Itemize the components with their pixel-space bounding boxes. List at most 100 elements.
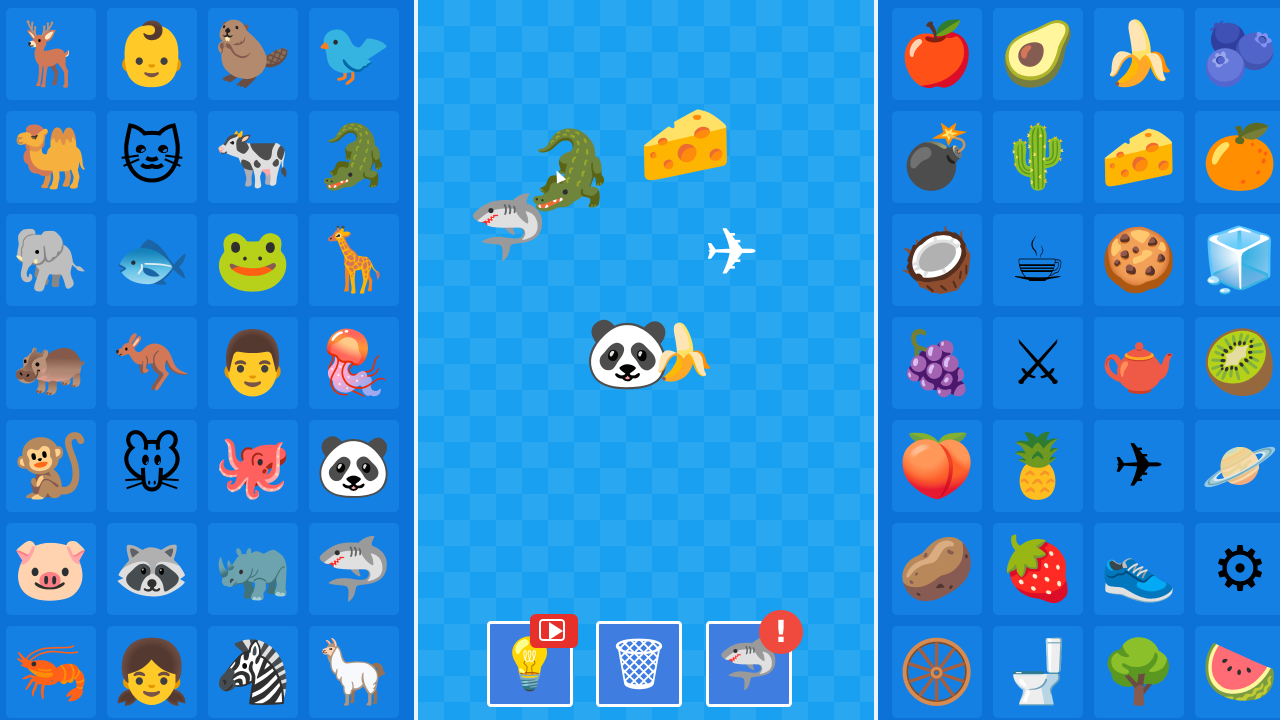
crocodile-icon: 🐊 <box>315 120 393 193</box>
left-cell-cat[interactable]: 🐱 <box>107 111 197 203</box>
left-cell-frog[interactable]: 🐸 <box>208 214 298 306</box>
cactus-icon: 🌵 <box>999 120 1077 193</box>
right-cell-peach[interactable]: 🍑 <box>892 420 982 512</box>
left-cell-crocodile[interactable]: 🐊 <box>309 111 399 203</box>
weapons-icon: ⚔ <box>1010 326 1066 399</box>
right-cell-tire[interactable]: 🛞 <box>892 626 982 718</box>
right-cell-grapes[interactable]: 🍇 <box>892 317 982 409</box>
left-cell-elephant[interactable]: 🐘 <box>6 214 96 306</box>
coconut-icon: 🥥 <box>898 223 976 296</box>
peach-icon: 🍑 <box>898 429 976 502</box>
game-board[interactable]: 🐊 🧀 🦈 ✈ 🐼 🍌 <box>418 0 874 720</box>
left-cell-rhino[interactable]: 🦏 <box>208 523 298 615</box>
right-cell-teapot[interactable]: 🫖 <box>1094 317 1184 409</box>
right-cell-refrigerator[interactable]: 🧊 <box>1195 214 1280 306</box>
right-cell-banana[interactable]: 🍌 <box>1094 8 1184 100</box>
apple-icon: 🍎 <box>898 17 976 90</box>
right-cell-coffee-cup[interactable]: ☕ <box>993 214 1083 306</box>
left-cell-monkey[interactable]: 🐒 <box>6 420 96 512</box>
right-cell-potato[interactable]: 🥔 <box>892 523 982 615</box>
right-cell-kiwi[interactable]: 🥝 <box>1195 317 1280 409</box>
board-piece-shark[interactable]: 🦈 <box>468 196 548 260</box>
planet-icon: 🪐 <box>1201 429 1279 502</box>
left-cell-hippo[interactable]: 🦛 <box>6 317 96 409</box>
left-cell-giraffe[interactable]: 🦒 <box>309 214 399 306</box>
video-ad-icon <box>530 614 578 648</box>
right-cell-pineapple[interactable]: 🍍 <box>993 420 1083 512</box>
delete-button[interactable]: 🗑 <box>596 621 682 707</box>
panda-icon: 🐼 <box>315 429 393 502</box>
right-cell-tree[interactable]: 🌳 <box>1094 626 1184 718</box>
left-cell-shark[interactable]: 🦈 <box>309 523 399 615</box>
refrigerator-icon: 🧊 <box>1201 223 1279 296</box>
left-cell-llama[interactable]: 🦙 <box>309 626 399 718</box>
left-cell-jellyfish[interactable]: 🪼 <box>309 317 399 409</box>
mouse-icon: 🐭 <box>119 429 185 502</box>
right-cell-gears[interactable]: ⚙ <box>1195 523 1280 615</box>
left-cell-camel[interactable]: 🐫 <box>6 111 96 203</box>
shrimp-icon: 🦐 <box>12 635 90 708</box>
board-piece-cheese-crocodile[interactable]: 🧀 <box>638 106 733 182</box>
hippo-icon: 🦛 <box>12 326 90 399</box>
right-cell-apple[interactable]: 🍎 <box>892 8 982 100</box>
right-cell-cookie[interactable]: 🍪 <box>1094 214 1184 306</box>
right-item-panel: 🍎 🥑 🍌 🫐 💣 🌵 🧀 🍊 🥥 ☕ 🍪 🧊 🍇 ⚔ 🫖 🥝 🍑 🍍 ✈ 🪐 🥔 🍓 👟 ⚙ 🛞 🚽 🌳 🍉 <box>878 0 1280 720</box>
right-cell-watermelon[interactable]: 🍉 <box>1195 626 1280 718</box>
bomb-icon: 💣 <box>898 120 976 193</box>
right-cell-cactus[interactable]: 🌵 <box>993 111 1083 203</box>
board-piece-panda-banana[interactable]: 🐼 🍌 <box>584 318 716 388</box>
teapot-icon: 🫖 <box>1100 326 1178 399</box>
right-cell-grapefruit[interactable]: 🍊 <box>1195 111 1280 203</box>
right-cell-bomb[interactable]: 💣 <box>892 111 982 203</box>
left-cell-kangaroo[interactable]: 🦘 <box>107 317 197 409</box>
right-cell-planet[interactable]: 🪐 <box>1195 420 1280 512</box>
left-cell-zebra[interactable]: 🦓 <box>208 626 298 718</box>
left-cell-baby[interactable]: 👶 <box>107 8 197 100</box>
left-cell-fish[interactable]: 🐟 <box>107 214 197 306</box>
kangaroo-icon: 🦘 <box>113 326 191 399</box>
camel-icon: 🐫 <box>12 120 90 193</box>
zebra-icon: 🦓 <box>214 635 292 708</box>
bird-icon: 🐦 <box>315 17 393 90</box>
elephant-icon: 🐘 <box>12 223 90 296</box>
left-item-panel: 🦌 👶 🦫 🐦 🐫 🐱 🐄 🐊 🐘 🐟 🐸 🦒 🦛 🦘 👨 🪼 🐒 🐭 🐙 🐼 🐷 🦝 🦏 🦈 🦐 👧 🦓 🦙 <box>0 0 414 720</box>
right-cell-sneaker[interactable]: 👟 <box>1094 523 1184 615</box>
grapes-icon: 🍇 <box>898 326 976 399</box>
coffee-cup-icon: ☕ <box>1010 223 1066 296</box>
right-cell-avocado[interactable]: 🥑 <box>993 8 1083 100</box>
right-cell-coconut[interactable]: 🥥 <box>892 214 982 306</box>
left-cell-mouse[interactable]: 🐭 <box>107 420 197 512</box>
kiwi-icon: 🥝 <box>1201 326 1279 399</box>
left-cell-shrimp[interactable]: 🦐 <box>6 626 96 718</box>
left-cell-octopus[interactable]: 🐙 <box>208 420 298 512</box>
shark-action-button[interactable]: 🦈 ! <box>706 610 803 707</box>
board-piece-airplane[interactable]: ✈ <box>704 220 759 286</box>
left-cell-raccoon[interactable]: 🦝 <box>107 523 197 615</box>
alert-icon: ! <box>759 610 803 654</box>
right-cell-weapons[interactable]: ⚔ <box>993 317 1083 409</box>
girl-icon: 👧 <box>113 635 191 708</box>
pig-icon: 🐷 <box>12 532 90 605</box>
left-cell-antelope[interactable]: 🦌 <box>6 8 96 100</box>
shark-icon: 🦈 <box>315 532 393 605</box>
left-cell-girl[interactable]: 👧 <box>107 626 197 718</box>
potato-icon: 🥔 <box>898 532 976 605</box>
left-cell-cow[interactable]: 🐄 <box>208 111 298 203</box>
giraffe-icon: 🦒 <box>315 223 393 296</box>
fish-icon: 🐟 <box>113 223 191 296</box>
right-cell-airplane[interactable]: ✈ <box>1094 420 1184 512</box>
right-cell-cheese[interactable]: 🧀 <box>1094 111 1184 203</box>
left-cell-beaver[interactable]: 🦫 <box>208 8 298 100</box>
right-cell-blueberry[interactable]: 🫐 <box>1195 8 1280 100</box>
left-cell-man[interactable]: 👨 <box>208 317 298 409</box>
left-cell-bird[interactable]: 🐦 <box>309 8 399 100</box>
left-cell-pig[interactable]: 🐷 <box>6 523 96 615</box>
left-cell-panda[interactable]: 🐼 <box>309 420 399 512</box>
right-cell-toilet[interactable]: 🚽 <box>993 626 1083 718</box>
hint-button[interactable]: 💡 <box>487 614 578 707</box>
watermelon-icon: 🍉 <box>1201 635 1279 708</box>
jellyfish-icon: 🪼 <box>315 326 393 399</box>
cookie-icon: 🍪 <box>1100 223 1178 296</box>
right-cell-raspberry[interactable]: 🍓 <box>993 523 1083 615</box>
sneaker-icon: 👟 <box>1100 532 1178 605</box>
